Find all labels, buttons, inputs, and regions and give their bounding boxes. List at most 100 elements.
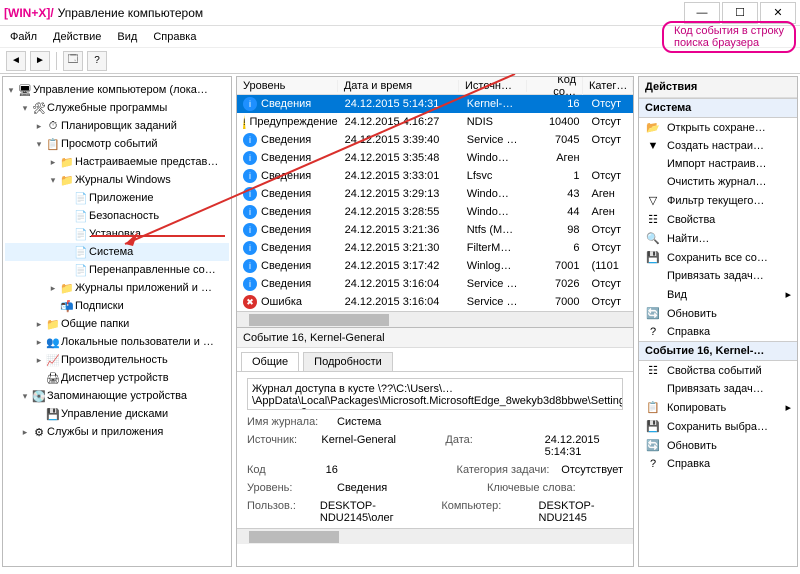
- event-row[interactable]: iСведения24.12.2015 5:14:31Kernel-…16Отс…: [237, 95, 633, 113]
- tree-device-manager[interactable]: 🖨Диспетчер устройств: [5, 369, 229, 387]
- menu-help[interactable]: Справка: [147, 29, 202, 45]
- action-icon: ▼: [645, 140, 661, 152]
- action-icon: ▽: [645, 194, 661, 207]
- tree-log-system[interactable]: 📄Система: [5, 243, 229, 261]
- tab-details[interactable]: Подробности: [303, 352, 393, 371]
- action-item[interactable]: 🔍Найти…: [639, 229, 797, 248]
- tree-app-logs[interactable]: ▸📁Журналы приложений и …: [5, 279, 229, 297]
- center-pane: Уровень Дата и время Источн… Код со… Кат…: [236, 76, 634, 567]
- details-h-scrollbar[interactable]: [237, 528, 633, 544]
- actions-title: Действия: [639, 77, 797, 98]
- tree-utilities[interactable]: ▾🛠Служебные программы: [5, 99, 229, 117]
- tree-custom-views[interactable]: ▸📁Настраиваемые представ…: [5, 153, 229, 171]
- event-row[interactable]: iСведения24.12.2015 3:16:04Service …7026…: [237, 275, 633, 293]
- event-row[interactable]: iСведения24.12.2015 3:29:13Windo…43Аген: [237, 185, 633, 203]
- action-icon: 🔄: [645, 307, 661, 320]
- event-grid-body[interactable]: iСведения24.12.2015 5:14:31Kernel-…16Отс…: [237, 95, 633, 311]
- tab-general[interactable]: Общие: [241, 352, 299, 371]
- action-icon: ☷: [645, 364, 661, 377]
- event-row[interactable]: iСведения24.12.2015 3:21:36Ntfs (M…98Отс…: [237, 221, 633, 239]
- action-icon: 🔍: [645, 232, 661, 245]
- event-row[interactable]: iСведения24.12.2015 3:33:01Lfsvc1Отсут: [237, 167, 633, 185]
- tree-subscriptions[interactable]: 📬Подписки: [5, 297, 229, 315]
- submenu-arrow-icon: ▸: [785, 288, 791, 301]
- action-icon: 💾: [645, 420, 661, 433]
- event-row[interactable]: iСведения24.12.2015 3:39:40Service …7045…: [237, 131, 633, 149]
- level-icon: i: [243, 133, 257, 147]
- tree-storage[interactable]: ▾💽Запоминающие устройства: [5, 387, 229, 405]
- action-item[interactable]: Привязать задач…: [639, 380, 797, 398]
- tree-shared-folders[interactable]: ▸📁Общие папки: [5, 315, 229, 333]
- level-icon: i: [243, 241, 257, 255]
- action-item[interactable]: ▽Фильтр текущего…: [639, 191, 797, 210]
- hotkey-prefix: [WIN+X]/: [4, 6, 54, 20]
- grid-h-scrollbar[interactable]: [237, 311, 633, 327]
- tree-disk-mgmt[interactable]: 💾Управление дисками: [5, 405, 229, 423]
- action-item[interactable]: ☷Свойства событий: [639, 361, 797, 380]
- action-item[interactable]: 💾Сохранить выбра…: [639, 417, 797, 436]
- action-item[interactable]: 📋Копировать▸: [639, 398, 797, 417]
- action-icon: 📋: [645, 401, 661, 414]
- action-item[interactable]: 🔄Обновить: [639, 304, 797, 323]
- tree-log-setup[interactable]: 📄Установка: [5, 225, 229, 243]
- actions-group-system: Система: [639, 98, 797, 118]
- tree-eventviewer[interactable]: ▾📋Просмотр событий: [5, 135, 229, 153]
- nav-fwd-button[interactable]: ►: [30, 51, 50, 71]
- action-item[interactable]: Вид▸: [639, 285, 797, 304]
- action-icon: ☷: [645, 213, 661, 226]
- event-row[interactable]: iСведения24.12.2015 3:17:42Winlog…7001(1…: [237, 257, 633, 275]
- action-icon: ?: [645, 458, 661, 470]
- menu-view[interactable]: Вид: [111, 29, 143, 45]
- level-icon: i: [243, 259, 257, 273]
- action-item[interactable]: ▼Создать настраи…: [639, 137, 797, 155]
- action-icon: 📂: [645, 121, 661, 134]
- level-icon: i: [243, 277, 257, 291]
- action-item[interactable]: Импорт настраив…: [639, 155, 797, 173]
- event-row[interactable]: ✖Ошибка24.12.2015 3:16:04Service …7000От…: [237, 293, 633, 311]
- level-icon: i: [243, 205, 257, 219]
- event-details-pane: Событие 16, Kernel-General Общие Подробн…: [237, 327, 633, 544]
- actions-pane: Действия Система 📂Открыть сохране…▼Созда…: [638, 76, 798, 567]
- action-item[interactable]: Очистить журнал…: [639, 173, 797, 191]
- details-title: Событие 16, Kernel-General: [237, 328, 633, 348]
- tree-local-users[interactable]: ▸👥Локальные пользователи и …: [5, 333, 229, 351]
- tree-performance[interactable]: ▸📈Производительность: [5, 351, 229, 369]
- event-grid-header[interactable]: Уровень Дата и время Источн… Код со… Кат…: [237, 77, 633, 95]
- menu-file[interactable]: Файл: [4, 29, 43, 45]
- event-row[interactable]: !Предупреждение24.12.2015 4:16:27NDIS104…: [237, 113, 633, 131]
- tree-windows-logs[interactable]: ▾📁Журналы Windows: [5, 171, 229, 189]
- action-item[interactable]: ?Справка: [639, 455, 797, 473]
- event-row[interactable]: iСведения24.12.2015 3:21:30FilterM…6Отсу…: [237, 239, 633, 257]
- tree-log-forwarded[interactable]: 📄Перенаправленные со…: [5, 261, 229, 279]
- menu-action[interactable]: Действие: [47, 29, 107, 45]
- level-icon: i: [243, 151, 257, 165]
- action-item[interactable]: 🔄Обновить: [639, 436, 797, 455]
- action-item[interactable]: 📂Открыть сохране…: [639, 118, 797, 137]
- level-icon: i: [243, 223, 257, 237]
- tree-root[interactable]: ▾🖥Управление компьютером (лока…: [5, 81, 229, 99]
- action-icon: ?: [645, 326, 661, 338]
- tree-log-application[interactable]: 📄Приложение: [5, 189, 229, 207]
- level-icon: i: [243, 97, 257, 111]
- submenu-arrow-icon: ▸: [785, 401, 791, 414]
- level-icon: ✖: [243, 295, 257, 309]
- toolbar-explore-button[interactable]: 🗔: [63, 51, 83, 71]
- tree-pane[interactable]: ▾🖥Управление компьютером (лока… ▾🛠Служеб…: [2, 76, 232, 567]
- tree-scheduler[interactable]: ▸⏱Планировщик заданий: [5, 117, 229, 135]
- action-item[interactable]: ☷Свойства: [639, 210, 797, 229]
- action-item[interactable]: 💾Сохранить все со…: [639, 248, 797, 267]
- tree-services-apps[interactable]: ▸⚙Службы и приложения: [5, 423, 229, 441]
- actions-group-event: Событие 16, Kernel-…: [639, 341, 797, 361]
- window-title: Управление компьютером: [58, 6, 203, 20]
- toolbar-help-button[interactable]: ?: [87, 51, 107, 71]
- event-row[interactable]: iСведения24.12.2015 3:28:55Windo…44Аген: [237, 203, 633, 221]
- tree-log-security[interactable]: 📄Безопасность: [5, 207, 229, 225]
- event-row[interactable]: iСведения24.12.2015 3:35:48Windo…Аген: [237, 149, 633, 167]
- nav-back-button[interactable]: ◄: [6, 51, 26, 71]
- level-icon: i: [243, 169, 257, 183]
- level-icon: i: [243, 187, 257, 201]
- action-icon: 💾: [645, 251, 661, 264]
- action-item[interactable]: ?Справка: [639, 323, 797, 341]
- action-item[interactable]: Привязать задач…: [639, 267, 797, 285]
- annotation-callout: Код события в строку поиска браузера: [662, 21, 796, 53]
